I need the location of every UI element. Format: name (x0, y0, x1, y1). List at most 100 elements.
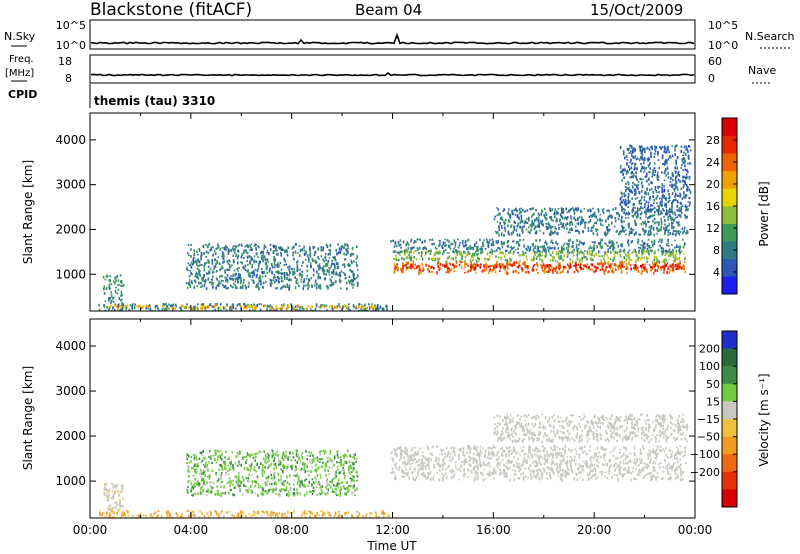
data-cell (321, 490, 324, 494)
data-cell (245, 486, 248, 488)
data-cell (190, 280, 193, 284)
data-cell (455, 256, 457, 259)
data-cell (593, 211, 596, 214)
data-cell (557, 264, 560, 268)
data-cell (557, 207, 560, 210)
data-cell (594, 269, 597, 273)
data-cell (301, 456, 304, 460)
data-cell (205, 243, 207, 246)
data-cell (105, 492, 108, 495)
data-cell (253, 272, 256, 276)
data-cell (202, 489, 204, 492)
data-cell (319, 452, 321, 456)
data-cell (473, 243, 476, 246)
data-cell (312, 259, 315, 262)
data-cell (651, 175, 653, 178)
data-cell (328, 514, 330, 516)
data-cell (280, 475, 282, 478)
data-cell (296, 450, 298, 453)
data-cell (572, 209, 575, 212)
data-cell (129, 304, 132, 307)
data-cell (567, 252, 569, 256)
data-cell (504, 226, 506, 230)
data-cell (589, 268, 591, 271)
data-cell (529, 231, 531, 235)
data-cell (202, 457, 205, 460)
colorbar-swatch (722, 223, 737, 242)
data-cell (228, 277, 231, 280)
data-cell (255, 470, 258, 473)
data-cell (149, 307, 152, 311)
data-cell (314, 514, 317, 517)
data-cell (405, 268, 407, 271)
data-cell (345, 281, 348, 285)
data-cell (415, 265, 418, 269)
data-cell (191, 494, 193, 496)
data-cell (322, 461, 324, 464)
data-cell (623, 257, 626, 260)
data-cell (324, 463, 327, 466)
data-cell (202, 244, 205, 248)
nsky-tick-top: 10^5 (56, 19, 86, 32)
data-cell (268, 305, 270, 308)
data-cell (201, 264, 203, 266)
data-cell (239, 287, 242, 289)
data-cell (582, 264, 585, 267)
data-cell (219, 269, 221, 272)
data-cell (193, 491, 195, 495)
data-cell (107, 504, 110, 507)
data-cell (664, 151, 667, 154)
data-cell (227, 250, 230, 254)
data-cell (305, 449, 307, 453)
data-cell (216, 485, 219, 489)
data-cell (194, 477, 197, 481)
data-cell (346, 481, 348, 484)
data-cell (212, 282, 214, 285)
data-cell (230, 284, 232, 287)
data-cell (120, 285, 122, 287)
data-cell (518, 233, 521, 237)
data-cell (501, 219, 504, 221)
data-cell (525, 217, 528, 220)
data-cell (297, 492, 299, 496)
data-cell (186, 455, 188, 459)
data-cell (608, 223, 610, 227)
data-cell (285, 271, 288, 275)
data-cell (242, 483, 245, 487)
data-cell (684, 168, 686, 171)
data-cell (264, 275, 267, 278)
data-cell (334, 305, 336, 309)
data-cell (666, 262, 669, 265)
data-cell (249, 304, 251, 308)
data-cell (485, 269, 488, 271)
data-cell (229, 265, 232, 269)
data-cell (335, 485, 337, 488)
data-cell (249, 464, 252, 468)
data-cell (677, 194, 679, 197)
data-cell (609, 246, 611, 250)
data-cell (683, 267, 685, 271)
data-cell (508, 233, 510, 236)
colorbar-tick-label: 8 (713, 244, 720, 257)
data-cell (672, 267, 674, 271)
data-cell (464, 240, 467, 243)
data-cell (274, 462, 277, 466)
data-cell (506, 265, 509, 269)
data-cell (575, 243, 578, 247)
data-cell (555, 213, 558, 215)
data-cell (307, 287, 309, 290)
data-cell (545, 222, 547, 225)
data-cell (546, 264, 549, 268)
data-cell (587, 229, 590, 232)
data-cell (276, 276, 278, 279)
data-cell (431, 258, 434, 260)
data-cell (555, 266, 558, 269)
data-cell (307, 305, 309, 308)
data-cell (670, 250, 673, 254)
data-cell (394, 241, 397, 245)
data-cell (116, 304, 119, 308)
data-cell (195, 306, 198, 310)
data-cell (436, 257, 439, 261)
data-cell (641, 227, 644, 231)
data-cell (103, 285, 105, 289)
